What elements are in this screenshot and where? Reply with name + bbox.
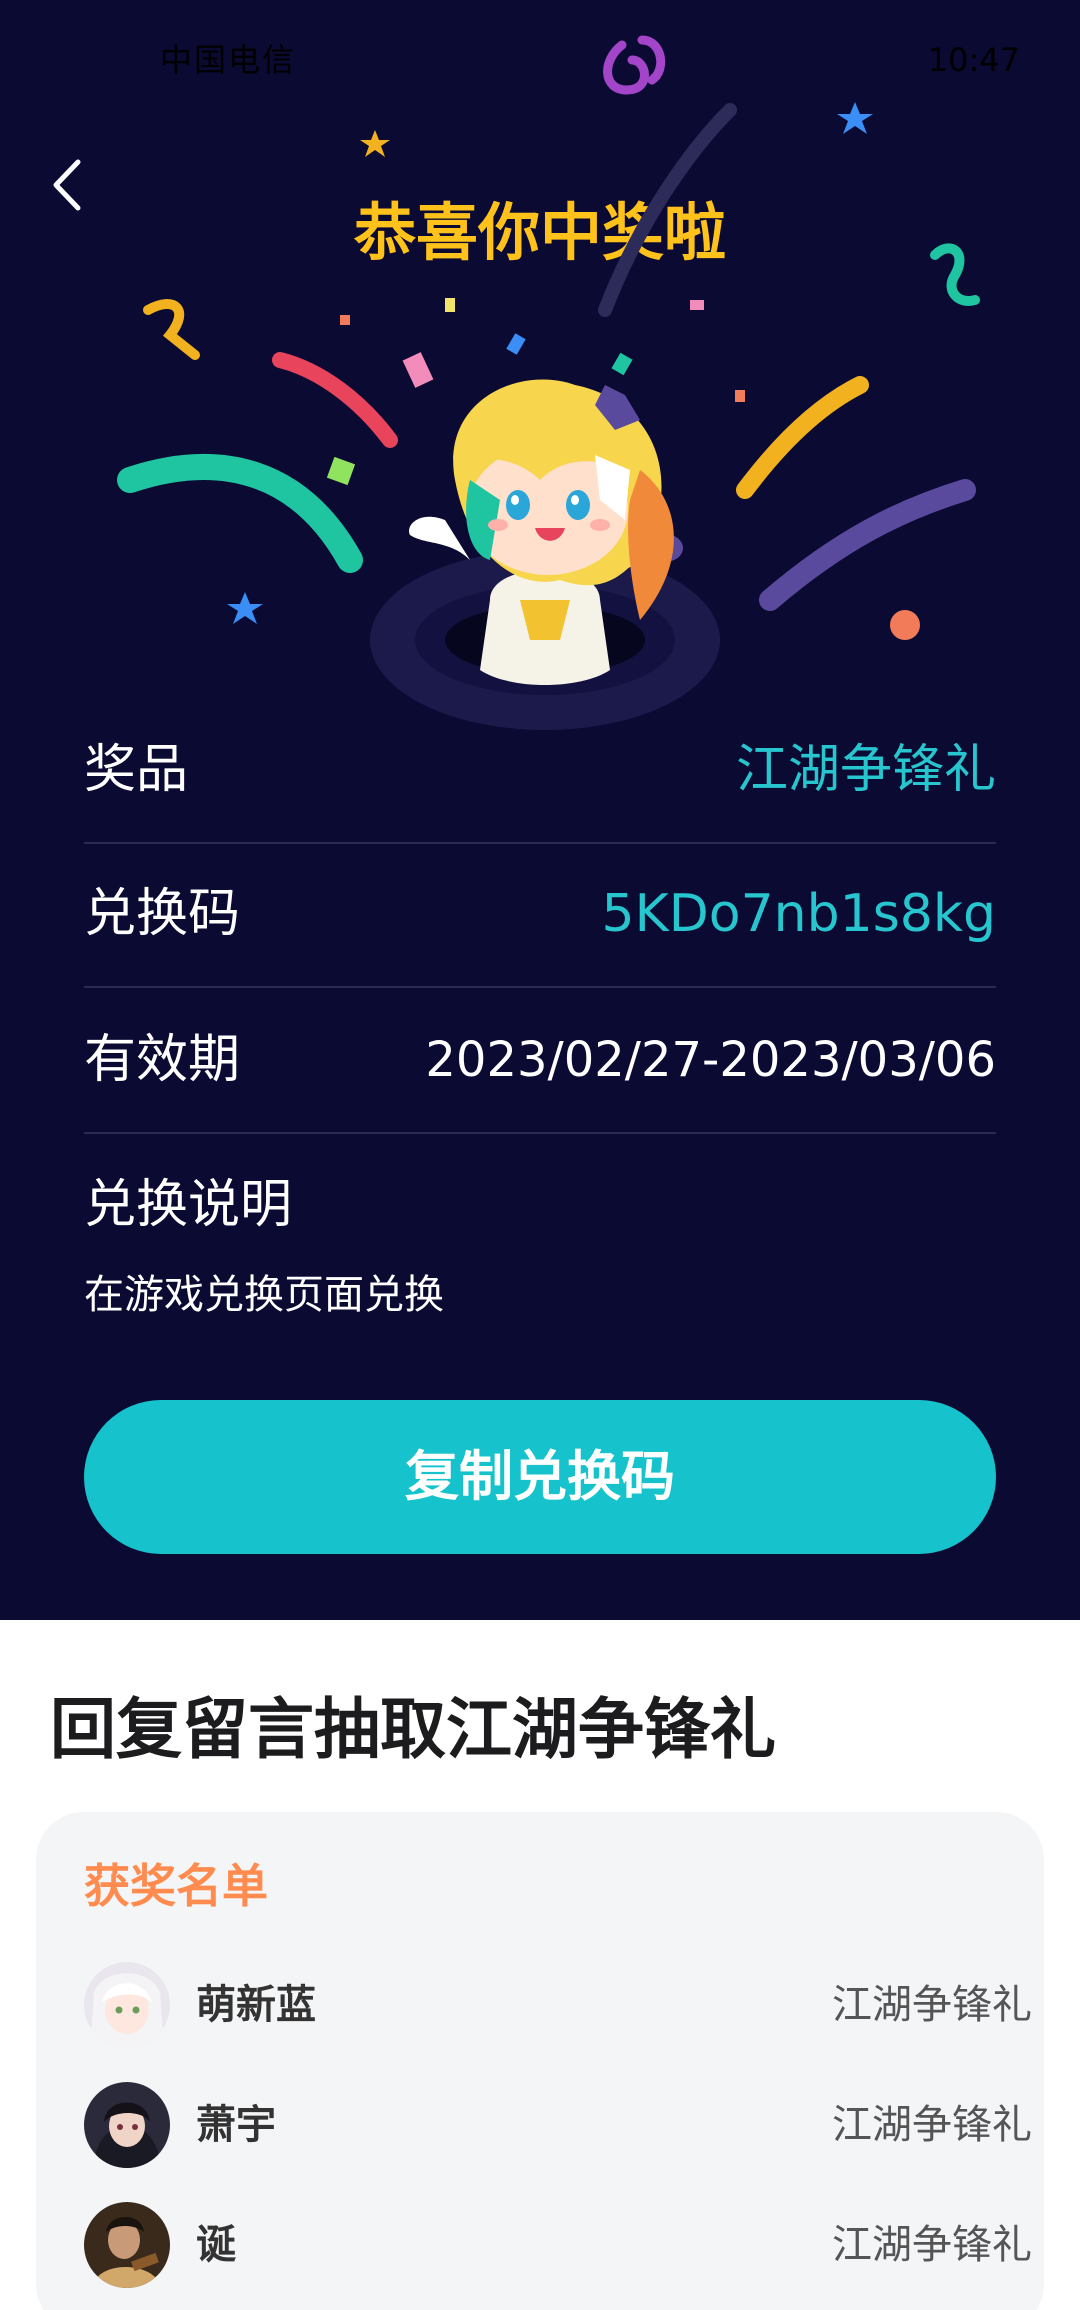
validity-row: 有效期 2023/02/27-2023/03/06 bbox=[84, 988, 996, 1134]
winner-prize: 江湖争锋礼 bbox=[832, 2102, 1032, 2148]
status-bar-time: 10:47 bbox=[927, 41, 1020, 79]
prize-page: 中国电信 10:47 恭喜你中奖啦 奖品 江湖争锋礼 兑换码 5KDo7nb1s… bbox=[0, 0, 1080, 2310]
prize-label: 奖品 bbox=[84, 740, 189, 800]
winner-row[interactable]: 萌新蓝 江湖争锋礼 bbox=[84, 1962, 1032, 2052]
redeem-code-label: 兑换码 bbox=[84, 884, 241, 944]
winner-name: 萧宇 bbox=[196, 2102, 276, 2148]
winner-row[interactable]: 萧宇 江湖争锋礼 bbox=[84, 2082, 1032, 2172]
winners-card: 获奖名单 萌新蓝 江湖争锋礼 萧宇 江湖争锋礼 诞 江湖争锋礼 bbox=[36, 1812, 1044, 2310]
winners-title: 获奖名单 bbox=[84, 1859, 268, 1913]
instruction-text: 在游戏兑换页面兑换 bbox=[84, 1272, 444, 1318]
copy-code-button[interactable]: 复制兑换码 bbox=[84, 1400, 996, 1554]
prize-header-section: 中国电信 10:47 恭喜你中奖啦 奖品 江湖争锋礼 兑换码 5KDo7nb1s… bbox=[0, 0, 1080, 1620]
winner-row[interactable]: 诞 江湖争锋礼 bbox=[84, 2202, 1032, 2292]
winner-prize: 江湖争锋礼 bbox=[832, 1982, 1032, 2028]
winner-name: 萌新蓝 bbox=[196, 1982, 316, 2028]
avatar bbox=[84, 2202, 170, 2288]
validity-label: 有效期 bbox=[84, 1030, 241, 1090]
draw-section-title: 回复留言抽取江湖争锋礼 bbox=[50, 1691, 776, 1768]
status-bar-carrier: 中国电信 bbox=[160, 41, 297, 79]
prize-value: 江湖争锋礼 bbox=[735, 740, 996, 800]
avatar bbox=[84, 1962, 170, 2048]
instruction-title: 兑换说明 bbox=[84, 1175, 293, 1235]
validity-value: 2023/02/27-2023/03/06 bbox=[425, 1032, 996, 1088]
avatar bbox=[84, 2082, 170, 2168]
winner-name: 诞 bbox=[196, 2222, 236, 2268]
winner-prize: 江湖争锋礼 bbox=[832, 2222, 1032, 2268]
draw-section: 回复留言抽取江湖争锋礼 获奖名单 萌新蓝 江湖争锋礼 萧宇 江湖争锋礼 诞 江湖… bbox=[0, 1620, 1080, 2310]
redeem-code-row: 兑换码 5KDo7nb1s8kg bbox=[84, 842, 996, 988]
prize-row: 奖品 江湖争锋礼 bbox=[84, 698, 996, 844]
redeem-code-value[interactable]: 5KDo7nb1s8kg bbox=[602, 842, 996, 986]
celebration-illustration bbox=[117, 102, 980, 730]
